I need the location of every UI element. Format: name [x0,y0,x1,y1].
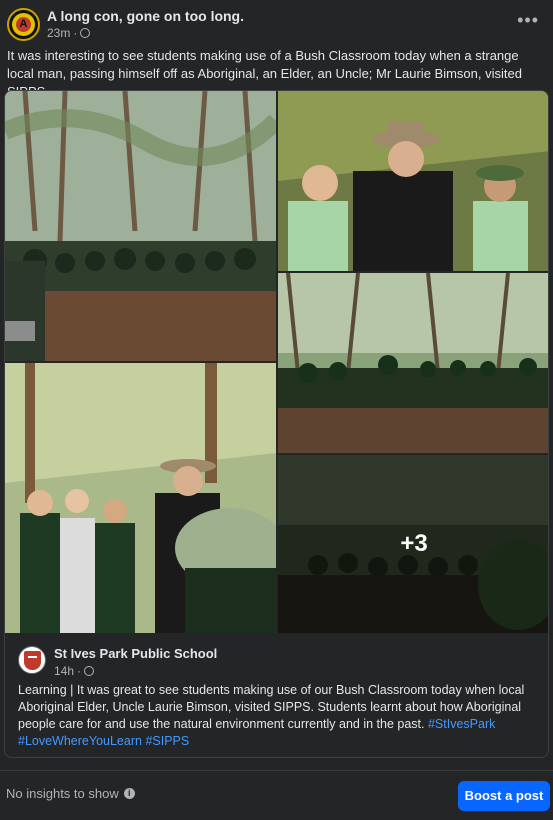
shared-author: St Ives Park Public School 14h · [18,646,538,680]
hashtag-lovewhereyoulearn[interactable]: #LoveWhereYouLearn [18,734,142,748]
info-icon[interactable]: i [123,788,135,799]
hashtag-sipps[interactable]: #SIPPS [145,734,189,748]
boost-post-button[interactable]: Boost a post [458,781,550,811]
photo-2[interactable] [278,91,548,271]
photo-1[interactable] [5,91,276,361]
insights-status: No insights to show i [6,786,135,801]
insights-label: No insights to show [6,786,119,801]
school-crest-icon [24,651,41,670]
shared-meta: 14h · [54,664,95,678]
post-meta: 23m · [47,26,91,40]
shared-meta-separator: · [77,664,82,678]
page-name[interactable]: A long con, gone on too long. [47,8,244,24]
globe-icon [80,28,91,38]
post-time[interactable]: 23m [47,26,70,40]
facebook-post: A A long con, gone on too long. 23m · ••… [0,0,553,768]
photo-4[interactable] [5,363,276,633]
more-photos-count: +3 [400,530,428,557]
post-footer: No insights to show i Boost a post [0,770,553,820]
school-avatar[interactable] [18,646,46,674]
shared-post-text: Learning | It was great to see students … [18,682,542,750]
photo-5[interactable]: +3 [278,455,548,633]
more-photos-overlay[interactable]: +3 [278,455,548,633]
post-header: A A long con, gone on too long. 23m · ••… [7,6,547,41]
shared-time[interactable]: 14h [54,664,74,678]
anarchy-symbol-icon: A [16,17,31,32]
meta-separator: · [73,26,78,40]
more-options-icon[interactable]: ••• [517,10,539,31]
hashtag-stivespark[interactable]: #StIvesPark [428,717,495,731]
globe-icon [84,666,95,676]
page-avatar[interactable]: A [7,8,40,41]
photo-3[interactable] [278,273,548,453]
shared-page-name[interactable]: St Ives Park Public School [54,646,217,661]
